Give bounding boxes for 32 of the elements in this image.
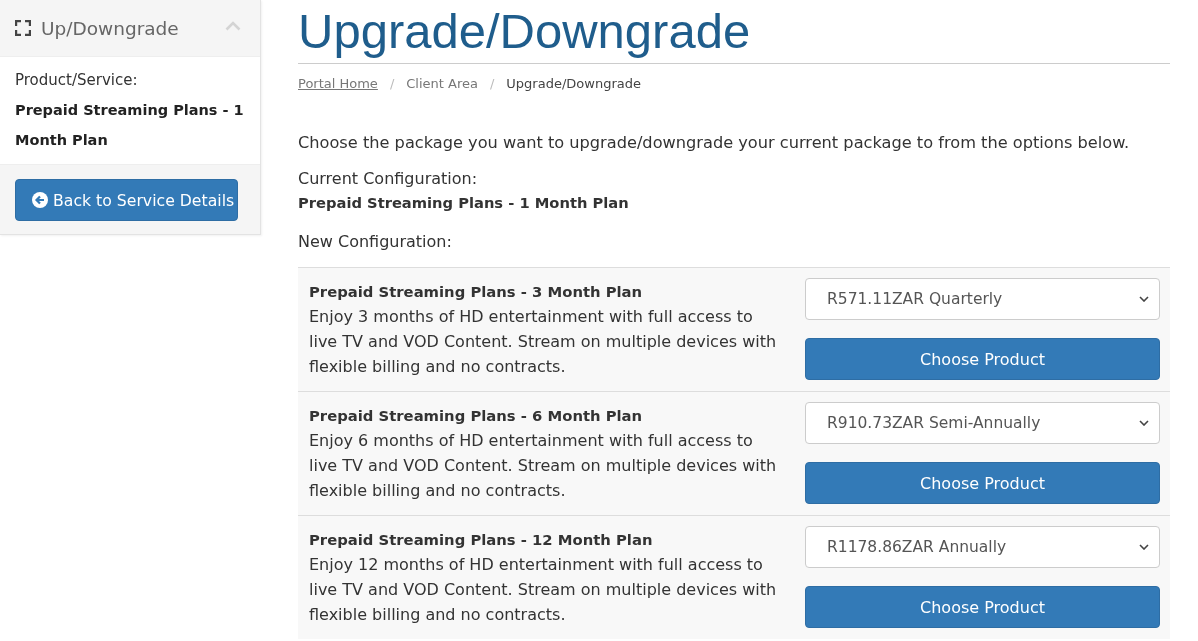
page-title: Upgrade/Downgrade [298, 0, 1170, 64]
package-name: Prepaid Streaming Plans - 6 Month Plan [309, 406, 643, 426]
breadcrumb-link[interactable]: Portal Home [298, 74, 378, 94]
chevron-up-icon[interactable] [225, 21, 241, 31]
chevron-down-icon [1139, 544, 1149, 550]
breadcrumb-separator: / [388, 75, 396, 93]
new-configuration-label: New Configuration: [298, 231, 452, 253]
arrow-left-circle-icon [32, 192, 48, 208]
billing-cycle-select[interactable]: R1178.86ZAR Annually [805, 526, 1160, 568]
package-name: Prepaid Streaming Plans - 3 Month Plan [309, 282, 643, 302]
panel-title: Up/Downgrade [41, 17, 180, 39]
current-configuration-value: Prepaid Streaming Plans - 1 Month Plan [298, 193, 629, 213]
breadcrumb-separator: / [488, 75, 496, 93]
product-name: Prepaid Streaming Plans - 1 Month Plan [15, 101, 245, 150]
choose-product-button[interactable]: Choose Product [805, 338, 1160, 380]
billing-cycle-select[interactable]: R910.73ZAR Semi-Annually [805, 402, 1160, 444]
intro-text: Choose the package you want to upgrade/downgrade your current package to from the options below. [298, 132, 1130, 154]
choose-product-button[interactable]: Choose Product [805, 586, 1160, 628]
billing-cycle-select[interactable]: R571.11ZAR Quarterly [805, 278, 1160, 320]
chevron-down-icon [1139, 296, 1149, 302]
breadcrumb-current: Upgrade/Downgrade [506, 75, 641, 93]
corner-brackets-icon [15, 20, 31, 36]
back-button[interactable]: Back to Service Details [15, 179, 239, 221]
package-description: Enjoy 12 months of HD entertainment with full access to live TV and VOD Content. Stream on multiple devices with flexible billing and no contracts. [309, 554, 778, 626]
current-configuration-label: Current Configuration: [298, 168, 479, 190]
chevron-down-icon [1139, 420, 1149, 426]
package-description: Enjoy 6 months of HD entertainment with full access to live TV and VOD Content. Stream on multiple devices with flexible billing and no contracts. [309, 430, 778, 502]
product-label: Product/Service: [15, 70, 139, 91]
package-name: Prepaid Streaming Plans - 12 Month Plan [309, 530, 653, 550]
breadcrumb-link[interactable]: Client Area [406, 74, 478, 94]
package-description: Enjoy 3 months of HD entertainment with full access to live TV and VOD Content. Stream on multiple devices with flexible billing and no contracts. [309, 306, 778, 378]
choose-product-button[interactable]: Choose Product [805, 462, 1160, 504]
